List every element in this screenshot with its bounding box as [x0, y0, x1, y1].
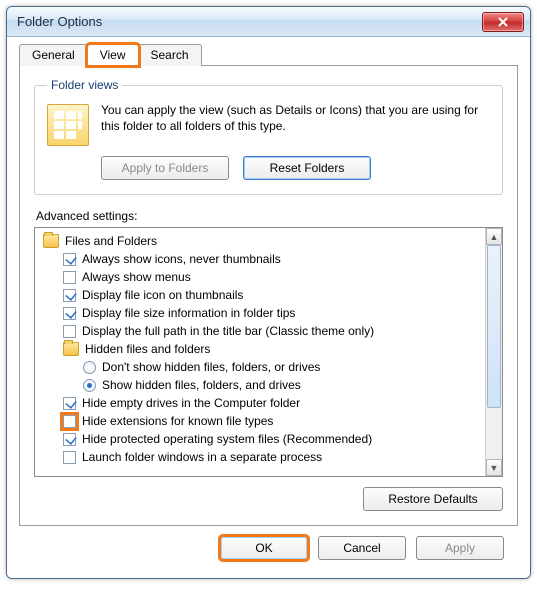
folder-views-description: You can apply the view (such as Details …	[101, 102, 490, 134]
advanced-settings-label: Advanced settings:	[36, 209, 503, 223]
tree-item-label: Display file icon on thumbnails	[82, 288, 243, 302]
folder-views-legend: Folder views	[47, 78, 122, 92]
tree-item-6[interactable]: Don't show hidden files, folders, or dri…	[41, 358, 483, 376]
tree-item-1[interactable]: Always show menus	[41, 268, 483, 286]
checkbox[interactable]	[63, 433, 76, 446]
tree-item-label: Hidden files and folders	[85, 342, 210, 356]
tree-root-label: Files and Folders	[65, 234, 157, 248]
tree-item-label: Don't show hidden files, folders, or dri…	[102, 360, 320, 374]
scroll-thumb[interactable]	[487, 245, 501, 408]
scroll-track[interactable]	[486, 245, 502, 459]
tree-item-9[interactable]: Hide extensions for known file types	[41, 412, 483, 430]
ok-button[interactable]: OK	[220, 536, 308, 560]
scroll-down-button[interactable]: ▼	[486, 459, 502, 476]
tree-item-7[interactable]: Show hidden files, folders, and drives	[41, 376, 483, 394]
tree-item-10[interactable]: Hide protected operating system files (R…	[41, 430, 483, 448]
tab-view[interactable]: View	[87, 44, 139, 66]
tab-search[interactable]: Search	[138, 44, 202, 66]
tree-item-label: Hide protected operating system files (R…	[82, 432, 372, 446]
scroll-up-button[interactable]: ▲	[486, 228, 502, 245]
tree-item-label: Display file size information in folder …	[82, 306, 295, 320]
tree-item-5[interactable]: Hidden files and folders	[41, 340, 483, 358]
folder-views-icon	[47, 104, 89, 146]
apply-button[interactable]: Apply	[416, 536, 504, 560]
restore-defaults-button[interactable]: Restore Defaults	[363, 487, 503, 511]
cancel-button[interactable]: Cancel	[318, 536, 406, 560]
close-icon	[497, 17, 509, 27]
tree-item-label: Always show icons, never thumbnails	[82, 252, 281, 266]
reset-folders-button[interactable]: Reset Folders	[243, 156, 371, 180]
client-area: General View Search Folder views You can…	[7, 37, 530, 578]
radio[interactable]	[83, 361, 96, 374]
folder-options-window: Folder Options General View Search Folde…	[6, 6, 531, 579]
dialog-button-row: OK Cancel Apply	[19, 526, 518, 566]
checkbox[interactable]	[63, 307, 76, 320]
tree-item-0[interactable]: Always show icons, never thumbnails	[41, 250, 483, 268]
radio[interactable]	[83, 379, 96, 392]
checkbox[interactable]	[63, 397, 76, 410]
tree-item-label: Hide extensions for known file types	[82, 414, 273, 428]
tree-item-3[interactable]: Display file size information in folder …	[41, 304, 483, 322]
folder-icon	[43, 234, 59, 248]
tree-item-label: Launch folder windows in a separate proc…	[82, 450, 322, 464]
checkbox[interactable]	[63, 415, 76, 428]
tree-item-label: Display the full path in the title bar (…	[82, 324, 374, 338]
tab-panel-view: Folder views You can apply the view (suc…	[19, 65, 518, 526]
checkbox[interactable]	[63, 253, 76, 266]
tree-item-label: Always show menus	[82, 270, 191, 284]
folder-views-group: Folder views You can apply the view (suc…	[34, 78, 503, 195]
tree-item-4[interactable]: Display the full path in the title bar (…	[41, 322, 483, 340]
tree-item-8[interactable]: Hide empty drives in the Computer folder	[41, 394, 483, 412]
tree-root-files-and-folders[interactable]: Files and Folders	[41, 232, 483, 250]
folder-icon	[63, 342, 79, 356]
tree-item-label: Hide empty drives in the Computer folder	[82, 396, 300, 410]
tab-strip: General View Search	[19, 43, 518, 65]
tree-item-2[interactable]: Display file icon on thumbnails	[41, 286, 483, 304]
tree-item-11[interactable]: Launch folder windows in a separate proc…	[41, 448, 483, 466]
apply-to-folders-button[interactable]: Apply to Folders	[101, 156, 229, 180]
checkbox[interactable]	[63, 325, 76, 338]
titlebar[interactable]: Folder Options	[7, 7, 530, 37]
checkbox[interactable]	[63, 289, 76, 302]
window-title: Folder Options	[17, 14, 482, 29]
close-button[interactable]	[482, 12, 524, 32]
scrollbar[interactable]: ▲ ▼	[485, 228, 502, 476]
checkbox[interactable]	[63, 271, 76, 284]
checkbox[interactable]	[63, 451, 76, 464]
advanced-settings-tree[interactable]: Files and Folders Always show icons, neve…	[34, 227, 503, 477]
tab-general[interactable]: General	[19, 44, 88, 66]
tree-item-label: Show hidden files, folders, and drives	[102, 378, 301, 392]
